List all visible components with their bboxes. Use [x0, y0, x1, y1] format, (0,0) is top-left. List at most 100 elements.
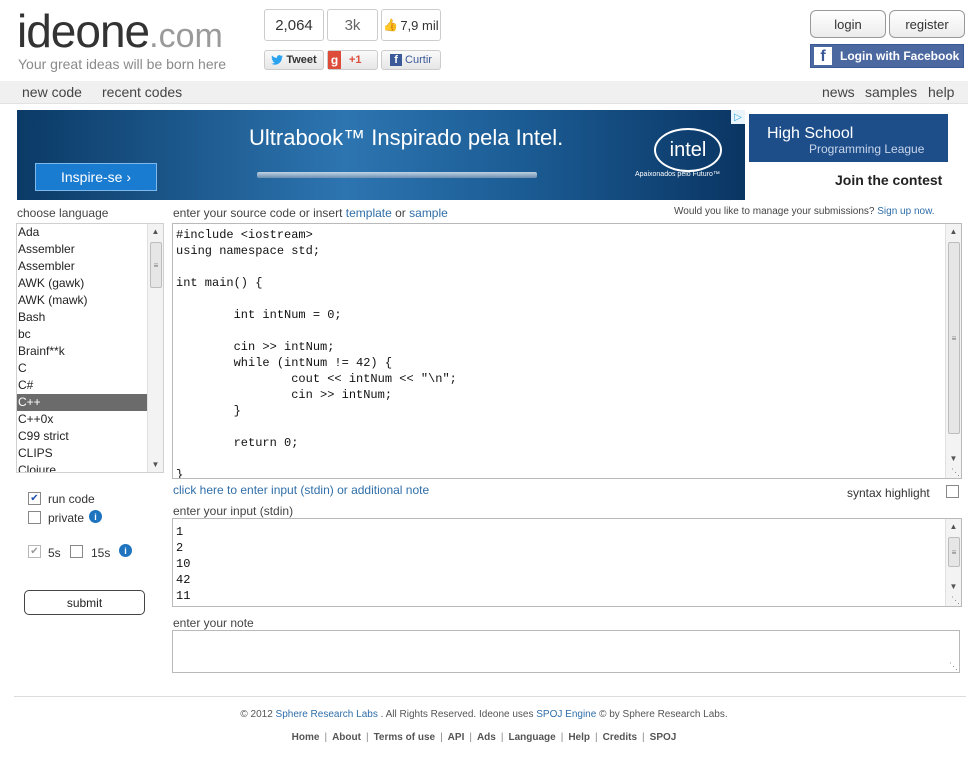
sample-link[interactable]: sample — [409, 206, 448, 220]
info-icon[interactable]: i — [89, 510, 102, 523]
footer-link-help[interactable]: Help — [568, 732, 590, 743]
run-code-label: run code — [48, 492, 95, 506]
sphere-research-link[interactable]: Sphere Research Labs — [276, 709, 378, 720]
language-option[interactable]: AWK (gawk) — [17, 275, 148, 292]
choose-language-label: choose language — [17, 206, 109, 220]
syntax-highlight-checkbox[interactable] — [946, 485, 959, 498]
stdin-scrollbar[interactable]: ▲ ≡ ▼ — [945, 519, 961, 606]
scroll-up-icon[interactable]: ▲ — [946, 224, 961, 239]
language-list[interactable]: Ada Assembler Assembler AWK (gawk) AWK (… — [16, 223, 164, 473]
language-option[interactable]: Brainf**k — [17, 343, 148, 360]
nav-new-code[interactable]: new code — [22, 84, 82, 100]
editor-scrollbar[interactable]: ▲ ≡ ▼ — [945, 224, 961, 478]
run-code-checkbox[interactable]: ✔ — [28, 492, 41, 505]
private-checkbox[interactable] — [28, 511, 41, 524]
language-option[interactable]: Ada — [17, 224, 148, 241]
ad-banner[interactable]: Ultrabook™ Inspirado pela Intel. Inspire… — [17, 110, 745, 200]
source-code-editor[interactable]: #include <iostream> using namespace std;… — [172, 223, 962, 479]
stdin-value[interactable]: 1 2 10 42 11 — [176, 524, 190, 604]
tweet-button[interactable]: Tweet — [264, 50, 324, 70]
nav-samples[interactable]: samples — [865, 84, 917, 100]
footer-links: Home | About | Terms of use | API | Ads | Language… — [291, 732, 677, 743]
template-link[interactable]: template — [346, 206, 392, 220]
info-icon[interactable]: i — [119, 544, 132, 557]
banner-cta-button[interactable]: Inspire-se › — [35, 163, 157, 191]
promo-line1: High School — [767, 125, 854, 142]
language-option[interactable]: Assembler — [17, 241, 148, 258]
time-5s-checkbox[interactable]: ✔ — [28, 545, 41, 558]
footer-link-spoj[interactable]: SPOJ — [650, 732, 677, 743]
adchoices-icon[interactable]: ▷ — [731, 110, 745, 124]
join-contest-link[interactable]: Join the contest — [835, 172, 942, 188]
stdin-toggle-link[interactable]: click here to enter input (stdin) or add… — [173, 483, 429, 497]
tweet-label: Tweet — [286, 54, 317, 66]
source-code[interactable]: #include <iostream> using namespace std;… — [176, 227, 457, 478]
fb-like-count-box: 👍 7,9 mil — [381, 9, 441, 41]
footer-link-about[interactable]: About — [332, 732, 361, 743]
language-option[interactable]: Assembler — [17, 258, 148, 275]
scroll-thumb[interactable]: ≡ — [150, 242, 162, 288]
language-option[interactable]: AWK (mawk) — [17, 292, 148, 309]
gplus-count: 3k — [327, 9, 378, 41]
submit-button[interactable]: submit — [24, 590, 145, 615]
scroll-thumb[interactable]: ≡ — [948, 537, 960, 567]
resize-grip-icon[interactable]: ⋱ — [950, 467, 960, 477]
register-button[interactable]: register — [889, 10, 965, 38]
scroll-down-icon[interactable]: ▼ — [148, 457, 163, 472]
scroll-up-icon[interactable]: ▲ — [148, 224, 163, 239]
facebook-login-button[interactable]: f Login with Facebook — [810, 44, 964, 68]
scroll-up-icon[interactable]: ▲ — [946, 519, 961, 534]
site-logo[interactable]: ideone.com — [17, 6, 223, 61]
stdin-input[interactable]: 1 2 10 42 11 ▲ ≡ ▼ ⋱ — [172, 518, 962, 607]
footer-link-home[interactable]: Home — [292, 732, 320, 743]
nav-recent-codes[interactable]: recent codes — [102, 84, 182, 100]
scroll-down-icon[interactable]: ▼ — [946, 451, 961, 466]
nav-news[interactable]: news — [822, 84, 855, 100]
nav-help[interactable]: help — [928, 84, 954, 100]
footer-link-language[interactable]: Language — [508, 732, 555, 743]
stdin-label: enter your input (stdin) — [173, 504, 294, 518]
footer-link-terms[interactable]: Terms of use — [374, 732, 436, 743]
language-option-selected[interactable]: C++ — [17, 394, 148, 411]
hspl-promo[interactable]: High School Programming League — [749, 114, 948, 162]
intel-logo: intel — [654, 128, 722, 172]
signup-link[interactable]: Sign up now. — [877, 206, 934, 217]
fb-like-button[interactable]: f Curtir — [381, 50, 441, 70]
login-button[interactable]: login — [810, 10, 886, 38]
gplus-button[interactable]: g +1 — [327, 50, 378, 70]
language-scrollbar[interactable]: ▲ ≡ ▼ — [147, 224, 163, 472]
gplus-label: +1 — [349, 54, 362, 66]
manage-text: Would you like to manage your submission… — [674, 206, 875, 217]
resize-grip-icon[interactable]: ⋱ — [948, 661, 958, 671]
language-option[interactable]: CLIPS — [17, 445, 148, 462]
note-input[interactable]: ⋱ — [172, 630, 960, 673]
footer-divider — [14, 696, 966, 697]
manage-submissions: Would you like to manage your submission… — [674, 206, 935, 217]
scroll-down-icon[interactable]: ▼ — [946, 579, 961, 594]
footer-link-credits[interactable]: Credits — [603, 732, 637, 743]
thumbs-up-icon: 👍 — [383, 18, 399, 32]
time-15s-checkbox[interactable] — [70, 545, 83, 558]
logo-main: ideone — [17, 5, 150, 57]
language-option[interactable]: C99 strict — [17, 428, 148, 445]
footer-link-ads[interactable]: Ads — [477, 732, 496, 743]
fb-like-count: 7,9 mil — [400, 17, 439, 33]
language-option[interactable]: bc — [17, 326, 148, 343]
syntax-highlight-label: syntax highlight — [847, 486, 930, 500]
laptop-image — [257, 172, 537, 178]
language-option[interactable]: C — [17, 360, 148, 377]
footer-link-api[interactable]: API — [448, 732, 465, 743]
language-option[interactable]: C++0x — [17, 411, 148, 428]
time-5s-label: 5s — [48, 546, 61, 560]
language-option[interactable]: Bash — [17, 309, 148, 326]
scroll-thumb[interactable]: ≡ — [948, 242, 960, 434]
language-option[interactable]: C# — [17, 377, 148, 394]
copyright-prefix: © 2012 — [240, 709, 276, 720]
banner-headline: Ultrabook™ Inspirado pela Intel. — [249, 125, 564, 150]
fb-like-label: Curtir — [405, 54, 432, 66]
spoj-engine-link[interactable]: SPOJ Engine — [536, 709, 596, 720]
resize-grip-icon[interactable]: ⋱ — [950, 595, 960, 605]
language-option[interactable]: Clojure — [17, 462, 148, 472]
twitter-bird-icon — [271, 55, 284, 65]
copyright-mid: . All Rights Reserved. Ideone uses — [377, 709, 537, 720]
